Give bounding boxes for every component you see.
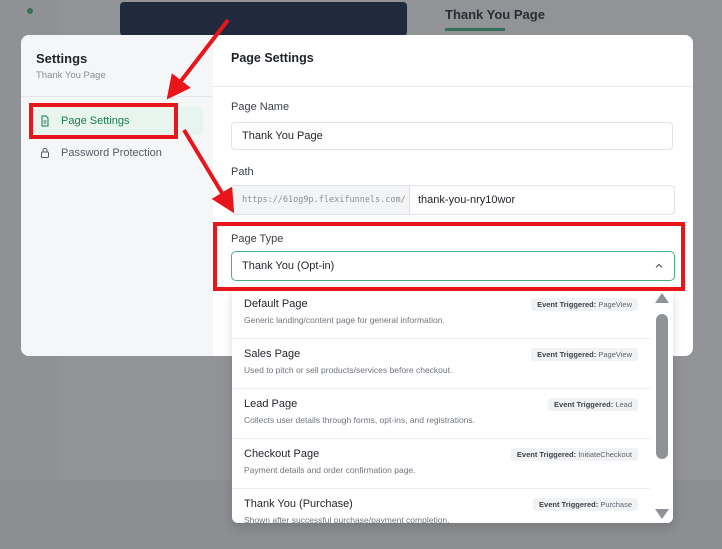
annotation-arrows [166, 18, 235, 214]
arrow-to-page-type [182, 128, 235, 214]
arrow-to-page-settings [166, 18, 230, 100]
